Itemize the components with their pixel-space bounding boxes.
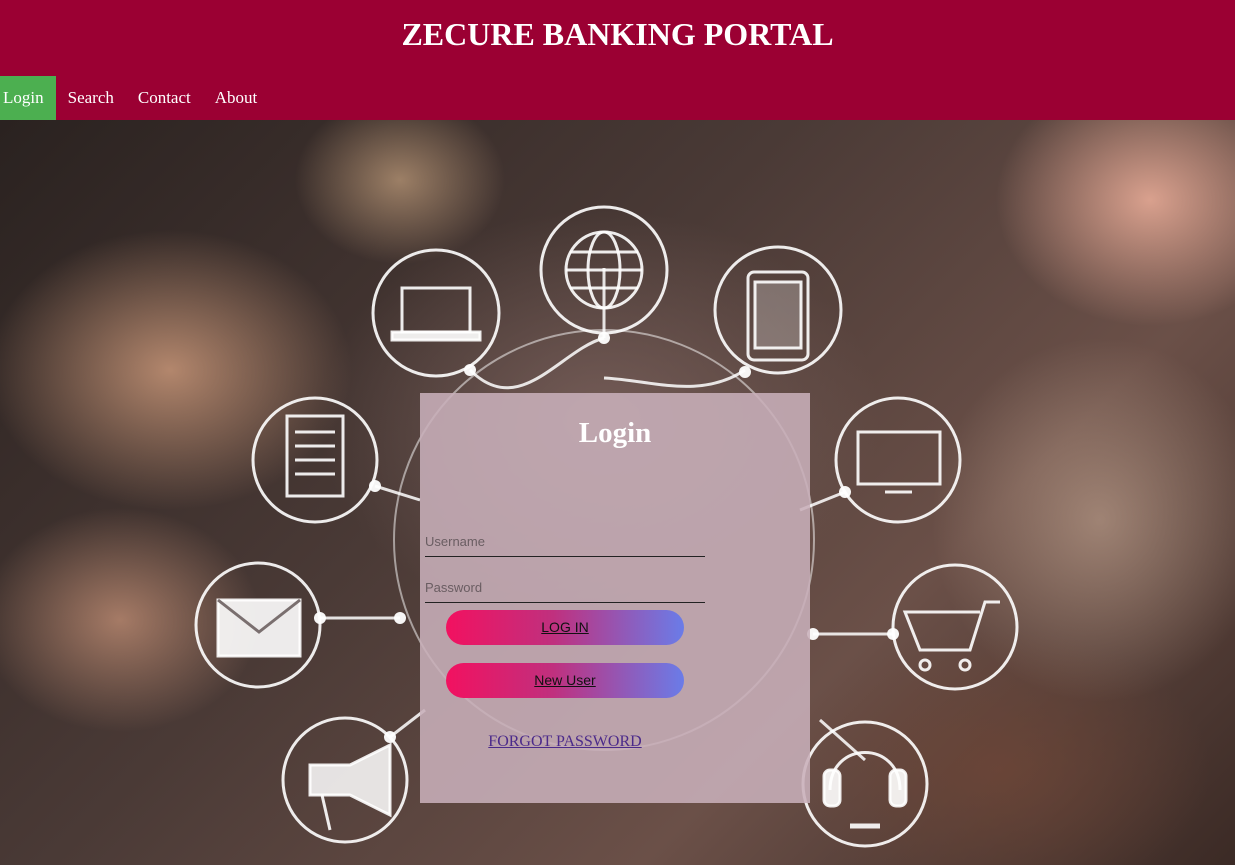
document-icon — [251, 396, 379, 524]
nav-item-search[interactable]: Search — [56, 76, 126, 120]
nav-item-contact[interactable]: Contact — [126, 76, 203, 120]
forgot-password-link[interactable]: FORGOT PASSWORD — [420, 733, 710, 751]
nav-item-about[interactable]: About — [203, 76, 270, 120]
main-nav: Login Search Contact About — [0, 76, 269, 120]
envelope-icon — [194, 561, 322, 689]
megaphone-icon — [281, 716, 409, 844]
monitor-icon — [834, 396, 962, 524]
new-user-button[interactable]: New User — [446, 663, 684, 698]
shopping-cart-icon — [891, 563, 1019, 691]
laptop-icon — [371, 248, 501, 378]
headset-icon — [801, 720, 929, 848]
nav-item-login[interactable]: Login — [0, 76, 56, 120]
tablet-icon — [713, 245, 843, 375]
login-button[interactable]: LOG IN — [446, 610, 684, 645]
login-card: Login LOG IN New User FORGOT PASSWORD — [420, 393, 810, 803]
login-title: Login — [578, 417, 652, 449]
site-title: ZECURE BANKING PORTAL — [401, 16, 834, 52]
username-input[interactable] — [425, 526, 705, 557]
password-input[interactable] — [425, 572, 705, 603]
site-header: ZECURE BANKING PORTAL Login Search Conta… — [0, 0, 1235, 120]
